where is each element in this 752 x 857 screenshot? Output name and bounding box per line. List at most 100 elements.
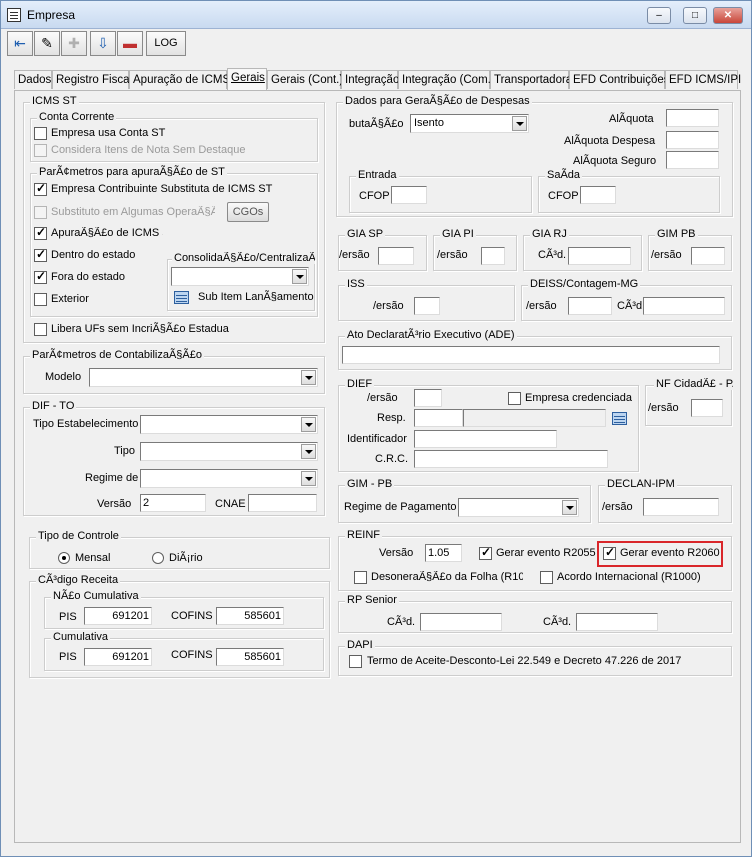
dif-versao-input[interactable]: 2 [140,494,206,512]
iss-versao-label: /ersão [373,300,404,312]
gia-sp-legend: GIA SP [345,228,386,240]
termo-aceite-checkbox[interactable] [349,655,362,668]
substituto-algumas-checkbox[interactable] [34,206,47,219]
dif-to-legend: DIF - TO [30,400,77,412]
c-pis-input[interactable]: 691201 [84,648,152,666]
tab-gerais-cont[interactable]: Gerais (Cont.) [267,70,343,89]
ade-legend: Ato DeclaratÃ³rio Executivo (ADE) [345,329,517,341]
aliquota-input[interactable] [666,109,719,127]
empresa-credenciada-checkbox[interactable] [508,392,521,405]
gia-pi-versao-input[interactable] [481,247,505,265]
modelo-select[interactable] [89,368,318,387]
chevron-down-icon[interactable] [301,471,316,486]
c-cofins-input[interactable]: 585601 [216,648,284,666]
aliquota-despesa-input[interactable] [666,131,719,149]
tab-transportadora[interactable]: Transportadora [490,70,572,89]
gia-sp-versao-input[interactable] [378,247,414,265]
mensal-radio[interactable] [58,552,70,564]
resp-name-input [463,409,606,427]
cnae-input[interactable] [248,494,317,512]
considera-itens-checkbox[interactable] [34,144,47,157]
chevron-down-icon[interactable] [301,370,316,385]
empresa-usa-conta-st-checkbox[interactable] [34,127,47,140]
iss-versao-input[interactable] [414,297,440,315]
log-button[interactable]: LOG [146,31,186,56]
regime-select[interactable] [140,469,318,488]
new-button[interactable]: ✚ [61,31,87,56]
contribuinte-substituto-checkbox[interactable] [34,181,47,196]
exterior-checkbox[interactable] [34,293,47,306]
minimize-button[interactable]: – [647,7,671,24]
declan-legend: DECLAN-IPM [605,478,677,490]
gerar-r2055-checkbox[interactable] [479,545,492,560]
diario-radio[interactable] [152,552,164,564]
download-icon: ⇩ [97,35,109,51]
regime-pagamento-select[interactable] [458,498,579,517]
chevron-down-icon[interactable] [301,444,316,459]
tab-integracao-com[interactable]: Integração (Com.) [398,70,495,89]
reinf-versao-input[interactable]: 1.05 [425,544,462,562]
substituto-algumas-label: Substituto em Algumas OperaÃ§Ãµ [51,206,215,218]
chevron-down-icon[interactable] [301,417,316,432]
tributacao-select[interactable]: Isento [410,114,529,133]
nf-cidada-versao-input[interactable] [691,399,723,417]
dentro-estado-checkbox[interactable] [34,247,47,262]
deiss-cod-label: CÃ³d. [617,300,646,312]
gim-pb-top-versao-input[interactable] [691,247,725,265]
gia-rj-cod-input[interactable] [568,247,631,265]
gerar-r2060-checkbox[interactable] [603,545,616,560]
parametros-st-legend: ParÃ¢metros para apuraÃ§Ã£o de ST [37,166,227,178]
entrada-cfop-input[interactable] [391,186,427,204]
tab-apuracao-icms[interactable]: Apuração de ICMS [129,70,230,89]
saida-cfop-input[interactable] [580,186,616,204]
declan-versao-input[interactable] [643,498,719,516]
close-button[interactable]: ✕ [713,7,743,24]
resp-grid-icon[interactable] [612,412,627,425]
tipo-estabelecimento-select[interactable] [140,415,318,434]
save-button[interactable]: ⇩ [90,31,116,56]
resp-input[interactable] [414,409,463,427]
gim-pb-top-legend: GIM PB [655,228,698,240]
deiss-cod-input[interactable] [643,297,725,315]
fora-estado-checkbox[interactable] [34,269,47,284]
ade-input[interactable] [342,346,720,364]
chevron-down-icon[interactable] [292,269,307,284]
tab-gerais[interactable]: Gerais [227,68,267,90]
tab-efd-icms-ipi[interactable]: EFD ICMS/IPI [665,70,741,89]
desoneracao-checkbox[interactable] [354,571,367,584]
tab-efd-contribuicoes[interactable]: EFD Contribuições [569,70,670,89]
cgos-button[interactable]: CGOs [227,202,269,222]
edit-button[interactable]: ✎ [34,31,60,56]
rp-senior-legend: RP Senior [345,594,399,606]
acordo-internacional-checkbox[interactable] [540,571,553,584]
delete-button[interactable]: ▬ [117,31,143,56]
apuracao-icms-st-checkbox[interactable] [34,225,47,240]
tab-integracao[interactable]: Integração [341,70,399,89]
chevron-down-icon[interactable] [512,116,527,131]
mensal-label: Mensal [75,552,111,564]
rp-senior-cod2-input[interactable] [576,613,658,631]
crc-label: C.R.C. [375,453,408,465]
aliquota-seguro-input[interactable] [666,151,719,169]
dief-versao-input[interactable] [414,389,442,407]
aliquota-seguro-label: AlÃ­quota Seguro [573,155,657,167]
sub-item-lancamento-label[interactable]: Sub Item LanÃ§amento [198,291,314,303]
consolidacao-select[interactable] [171,267,309,286]
tipo-select[interactable] [140,442,318,461]
tab-registro-fiscal[interactable]: Registro Fiscal [52,70,132,89]
tab-dados[interactable]: Dados [14,70,52,89]
deiss-versao-input[interactable] [568,297,612,315]
regime-label: Regime de [85,472,139,484]
chevron-down-icon[interactable] [562,500,577,515]
crc-input[interactable] [414,450,608,468]
nc-cofins-input[interactable]: 585601 [216,607,284,625]
exit-button[interactable]: ⇤ [7,31,33,56]
despesas-legend: Dados para GeraÃ§Ã£o de Despesas [343,95,532,107]
maximize-button[interactable]: □ [683,7,707,24]
libera-ufs-checkbox[interactable] [34,323,47,336]
sub-item-grid-icon[interactable] [174,291,189,304]
rp-senior-cod1-input[interactable] [420,613,502,631]
apuracao-icms-st-label: ApuraÃ§Ã£o de ICMS S [51,227,163,239]
nc-pis-input[interactable]: 691201 [84,607,152,625]
identificador-input[interactable] [414,430,557,448]
